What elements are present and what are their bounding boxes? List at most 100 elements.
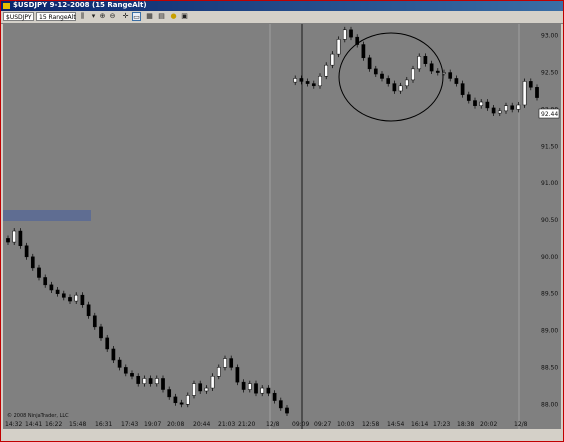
candle[interactable] (485, 101, 490, 109)
candle[interactable] (43, 277, 48, 286)
price-chart[interactable]: 93.0092.5092.0091.5091.0090.5090.0089.50… (3, 24, 561, 429)
interval-selector[interactable]: 15 RangeAlt (36, 12, 76, 21)
candle[interactable] (336, 39, 341, 55)
candle[interactable] (154, 378, 159, 384)
candle[interactable] (349, 29, 353, 38)
candle[interactable] (185, 395, 190, 405)
candle[interactable] (173, 396, 178, 404)
candle[interactable] (216, 367, 221, 377)
candle[interactable] (504, 105, 508, 112)
candle[interactable] (247, 383, 252, 390)
candle[interactable] (460, 83, 465, 95)
zoom-in-icon[interactable]: ⊕ (98, 12, 107, 21)
candle[interactable] (37, 267, 41, 278)
candle[interactable] (179, 402, 184, 405)
shaded-rectangle-annotation[interactable] (3, 210, 91, 221)
candle[interactable] (235, 367, 240, 383)
candle[interactable] (80, 294, 85, 305)
candle[interactable] (130, 373, 134, 377)
candle[interactable] (105, 337, 110, 350)
candle[interactable] (148, 378, 153, 384)
candle[interactable] (373, 68, 378, 75)
strategies-icon[interactable]: ▣ (180, 12, 189, 21)
candle[interactable] (318, 75, 322, 87)
candle[interactable] (6, 238, 10, 243)
candle[interactable] (111, 348, 116, 361)
candle[interactable] (497, 110, 502, 114)
candle[interactable] (49, 284, 54, 291)
candle[interactable] (417, 56, 422, 70)
candle[interactable] (510, 105, 515, 110)
candle[interactable] (18, 230, 23, 247)
candle[interactable] (342, 29, 347, 40)
candle[interactable] (254, 383, 258, 394)
candle[interactable] (229, 358, 234, 368)
candle[interactable] (161, 378, 165, 390)
candle[interactable] (392, 83, 397, 92)
candle[interactable] (398, 85, 403, 92)
candle[interactable] (260, 387, 265, 394)
candle[interactable] (241, 381, 246, 390)
candle[interactable] (142, 378, 147, 384)
candle[interactable] (522, 81, 527, 106)
candle[interactable] (278, 400, 283, 409)
candle[interactable] (404, 79, 409, 87)
candle[interactable] (92, 315, 97, 328)
candle[interactable] (479, 101, 484, 106)
candle[interactable] (285, 407, 289, 414)
candle[interactable] (123, 367, 128, 374)
candle[interactable] (192, 383, 196, 396)
candle[interactable] (266, 387, 271, 394)
candle[interactable] (423, 56, 428, 64)
chart-panel[interactable]: 93.0092.5092.0091.5091.0090.5090.0089.50… (3, 24, 561, 429)
candle[interactable] (361, 44, 366, 59)
candle[interactable] (198, 383, 203, 392)
candle[interactable] (99, 326, 103, 339)
candle[interactable] (136, 375, 141, 384)
candle[interactable] (473, 100, 477, 106)
candle[interactable] (528, 81, 533, 88)
candle[interactable] (55, 289, 60, 294)
drawing-tool-icon[interactable]: ▭ (132, 12, 141, 21)
candle[interactable] (117, 359, 122, 368)
crosshair-icon[interactable]: ✛ (121, 12, 130, 21)
candle[interactable] (12, 230, 17, 243)
candle[interactable] (442, 72, 446, 74)
candle[interactable] (272, 392, 277, 401)
candle[interactable] (210, 375, 215, 389)
candle[interactable] (355, 36, 360, 45)
dropdown-arrow-icon[interactable]: ▾ (89, 12, 98, 21)
candle[interactable] (386, 78, 391, 84)
data-box-icon[interactable]: ▦ (145, 12, 154, 21)
candle[interactable] (429, 63, 434, 72)
candle[interactable] (448, 72, 453, 79)
candle[interactable] (367, 57, 372, 70)
ellipse-annotation[interactable] (338, 32, 444, 122)
candle[interactable] (293, 78, 298, 83)
instrument-selector[interactable]: $USDJPY (3, 12, 34, 21)
chart-properties-icon[interactable]: ▤ (157, 12, 166, 21)
zoom-out-icon[interactable]: ⊖ (108, 12, 117, 21)
candle[interactable] (454, 78, 459, 84)
candle[interactable] (61, 293, 66, 298)
candle[interactable] (299, 78, 304, 82)
candle[interactable] (74, 294, 79, 302)
candle[interactable] (24, 245, 29, 258)
candle[interactable] (324, 64, 329, 77)
candle[interactable] (68, 297, 72, 302)
title-bar[interactable]: $USDJPY 9-12-2008 (15 RangeAlt) (1, 1, 563, 11)
bar-style-icon[interactable]: ⫼ (78, 12, 87, 21)
candle[interactable] (516, 104, 521, 110)
candle[interactable] (311, 83, 316, 87)
candle[interactable] (86, 304, 91, 317)
candle[interactable] (466, 94, 471, 101)
candle[interactable] (380, 73, 384, 79)
candle[interactable] (167, 389, 172, 398)
candle[interactable] (30, 256, 35, 269)
candle[interactable] (330, 53, 335, 66)
candle[interactable] (491, 107, 496, 114)
candle[interactable] (223, 358, 227, 368)
candle[interactable] (411, 68, 415, 81)
candle[interactable] (535, 87, 539, 98)
indicators-icon[interactable]: ● (169, 12, 178, 21)
